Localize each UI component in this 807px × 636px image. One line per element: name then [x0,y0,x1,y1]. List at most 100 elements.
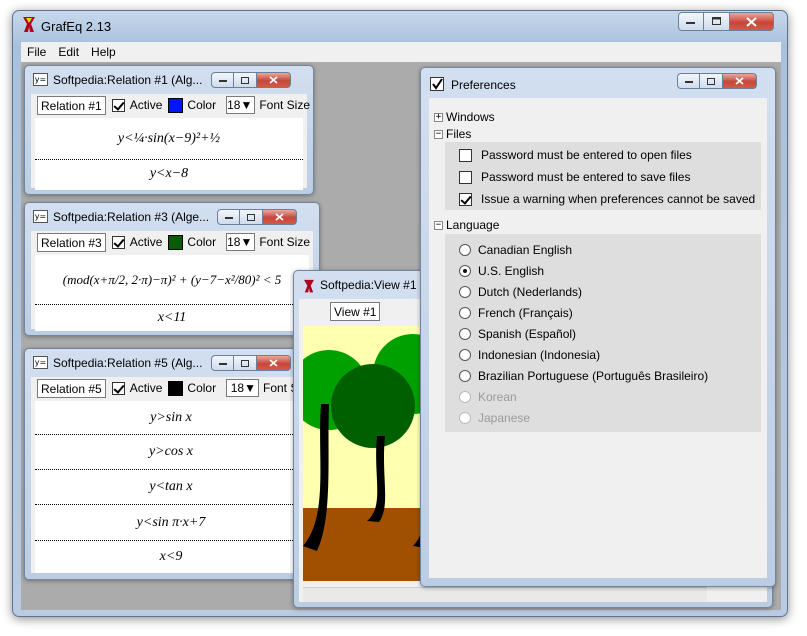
option-label: Password must be entered to open files [481,148,692,162]
language-radio[interactable] [459,244,471,256]
mdi-workspace: y= Softpedia:Relation #1 (Alg... Relatio… [21,62,781,610]
font-size-select[interactable]: 18▼ [226,96,256,114]
equation-row[interactable]: (mod(x+π/2, 2·π)−π)² + (y−7−x²/80)² < 5 [35,255,309,305]
expand-plus-icon[interactable]: + [434,112,443,122]
font-size-select[interactable]: 18▼ [226,233,256,251]
minimize-button[interactable] [211,72,234,88]
language-option[interactable]: French (Français) [459,306,573,320]
preferences-window[interactable]: Preferences + Windows − Files Password m… [420,67,776,587]
maximize-button[interactable] [234,355,257,371]
relation-window-5[interactable]: y= Softpedia:Relation #5 (Alg... Relatio… [24,348,314,580]
graph-canvas[interactable] [303,326,433,581]
language-radio[interactable] [459,265,471,277]
minimize-button[interactable] [217,209,240,225]
language-radio[interactable] [459,286,471,298]
close-button[interactable] [730,12,774,31]
maximize-icon [711,17,721,25]
active-checkbox[interactable] [111,381,125,395]
minimize-button[interactable] [677,73,700,89]
collapse-minus-icon[interactable]: − [434,220,443,230]
language-option[interactable]: Brazilian Portuguese (Português Brasilei… [459,369,708,383]
language-radio[interactable] [459,328,471,340]
relation-window-3[interactable]: y= Softpedia:Relation #3 (Alge... Relati… [24,202,320,336]
option-label: Issue a warning when preferences cannot … [481,192,756,206]
minimize-icon [684,80,693,83]
maximize-button[interactable] [704,12,730,31]
active-checkbox[interactable] [111,235,125,249]
color-label: Color [187,381,217,395]
equation-row[interactable]: x<11 [35,305,309,330]
relation-name[interactable]: Relation #1 [37,95,106,115]
grafeq-doc-icon: y= [33,356,48,369]
option-checkbox[interactable] [459,148,472,162]
preferences-title: Preferences [451,78,516,92]
maximize-button[interactable] [700,73,723,89]
equation-row[interactable]: y>cos x [35,435,307,470]
language-option[interactable]: Canadian English [459,243,572,257]
minimize-icon [218,79,227,82]
close-button[interactable] [263,209,297,225]
language-option[interactable]: Spanish (Español) [459,327,576,341]
relation-window-title: Softpedia:Relation #3 (Alge... [53,210,210,224]
menu-file[interactable]: File [27,45,46,59]
language-radio[interactable] [459,391,471,403]
view-window-title: Softpedia:View #1 [320,278,417,292]
close-button[interactable] [257,72,291,88]
tree-node-files[interactable]: − Files [434,127,471,141]
language-option[interactable]: U.S. English [459,264,544,278]
horizontal-scrollbar[interactable] [303,587,707,602]
equation-row[interactable]: x<9 [35,541,307,573]
relation-name[interactable]: Relation #5 [37,378,106,398]
color-swatch[interactable] [168,234,184,250]
tree-node-language[interactable]: − Language [434,218,499,232]
language-option[interactable]: Korean [459,390,517,404]
file-option-warn-prefs[interactable]: Issue a warning when preferences cannot … [459,192,755,206]
equation-row[interactable]: y<tan x [35,470,307,505]
active-checkbox[interactable] [111,98,125,112]
language-option[interactable]: Dutch (Nederlands) [459,285,582,299]
menu-bar: File Edit Help [21,42,781,62]
file-option-open-password[interactable]: Password must be entered to open files [459,148,692,162]
language-radio[interactable] [459,412,471,424]
language-radio[interactable] [459,307,471,319]
color-swatch[interactable] [168,97,184,113]
close-icon [746,16,757,27]
close-button[interactable] [723,73,757,89]
tree-node-label: Windows [446,110,495,124]
relation-window-1[interactable]: y= Softpedia:Relation #1 (Alg... Relatio… [24,65,314,195]
relation-toolbar: Relation #5 Active Color 18▼ Font Si [31,377,307,399]
menu-help[interactable]: Help [91,45,116,59]
file-option-save-password[interactable]: Password must be entered to save files [459,170,690,184]
minimize-icon [218,362,227,365]
close-icon [269,76,278,84]
tree-node-windows[interactable]: + Windows [434,110,495,124]
view-name[interactable]: View #1 [330,302,381,321]
equation-row[interactable]: y<sin π·x+7 [35,505,307,541]
language-radio[interactable] [459,370,471,382]
option-checkbox[interactable] [459,170,472,184]
maximize-icon [247,213,255,221]
relation-name[interactable]: Relation #3 [37,232,106,252]
equation-row[interactable]: y>sin x [35,401,307,435]
option-checkbox[interactable] [459,192,472,206]
relation-toolbar: Relation #1 Active Color 18▼ Font Size [31,94,310,116]
maximize-button[interactable] [240,209,263,225]
color-label: Color [187,235,217,249]
font-size-select[interactable]: 18▼ [226,379,259,397]
language-radio[interactable] [459,349,471,361]
color-swatch[interactable] [168,380,184,396]
minimize-button[interactable] [678,12,704,31]
maximize-icon [241,76,249,84]
language-option[interactable]: Japanese [459,411,530,425]
close-button[interactable] [257,355,291,371]
menu-edit[interactable]: Edit [58,45,79,59]
preferences-tree: + Windows − Files Password must be enter… [429,98,767,578]
equation-row[interactable]: y<¼·sin(x−9)²+½ [35,118,303,160]
collapse-minus-icon[interactable]: − [434,129,443,139]
minimize-button[interactable] [211,355,234,371]
language-option[interactable]: Indonesian (Indonesia) [459,348,600,362]
maximize-button[interactable] [234,72,257,88]
equation-row[interactable]: y<x−8 [35,160,303,188]
app-title: GrafEq 2.13 [41,19,112,34]
grafeq-logo-icon [23,17,35,32]
